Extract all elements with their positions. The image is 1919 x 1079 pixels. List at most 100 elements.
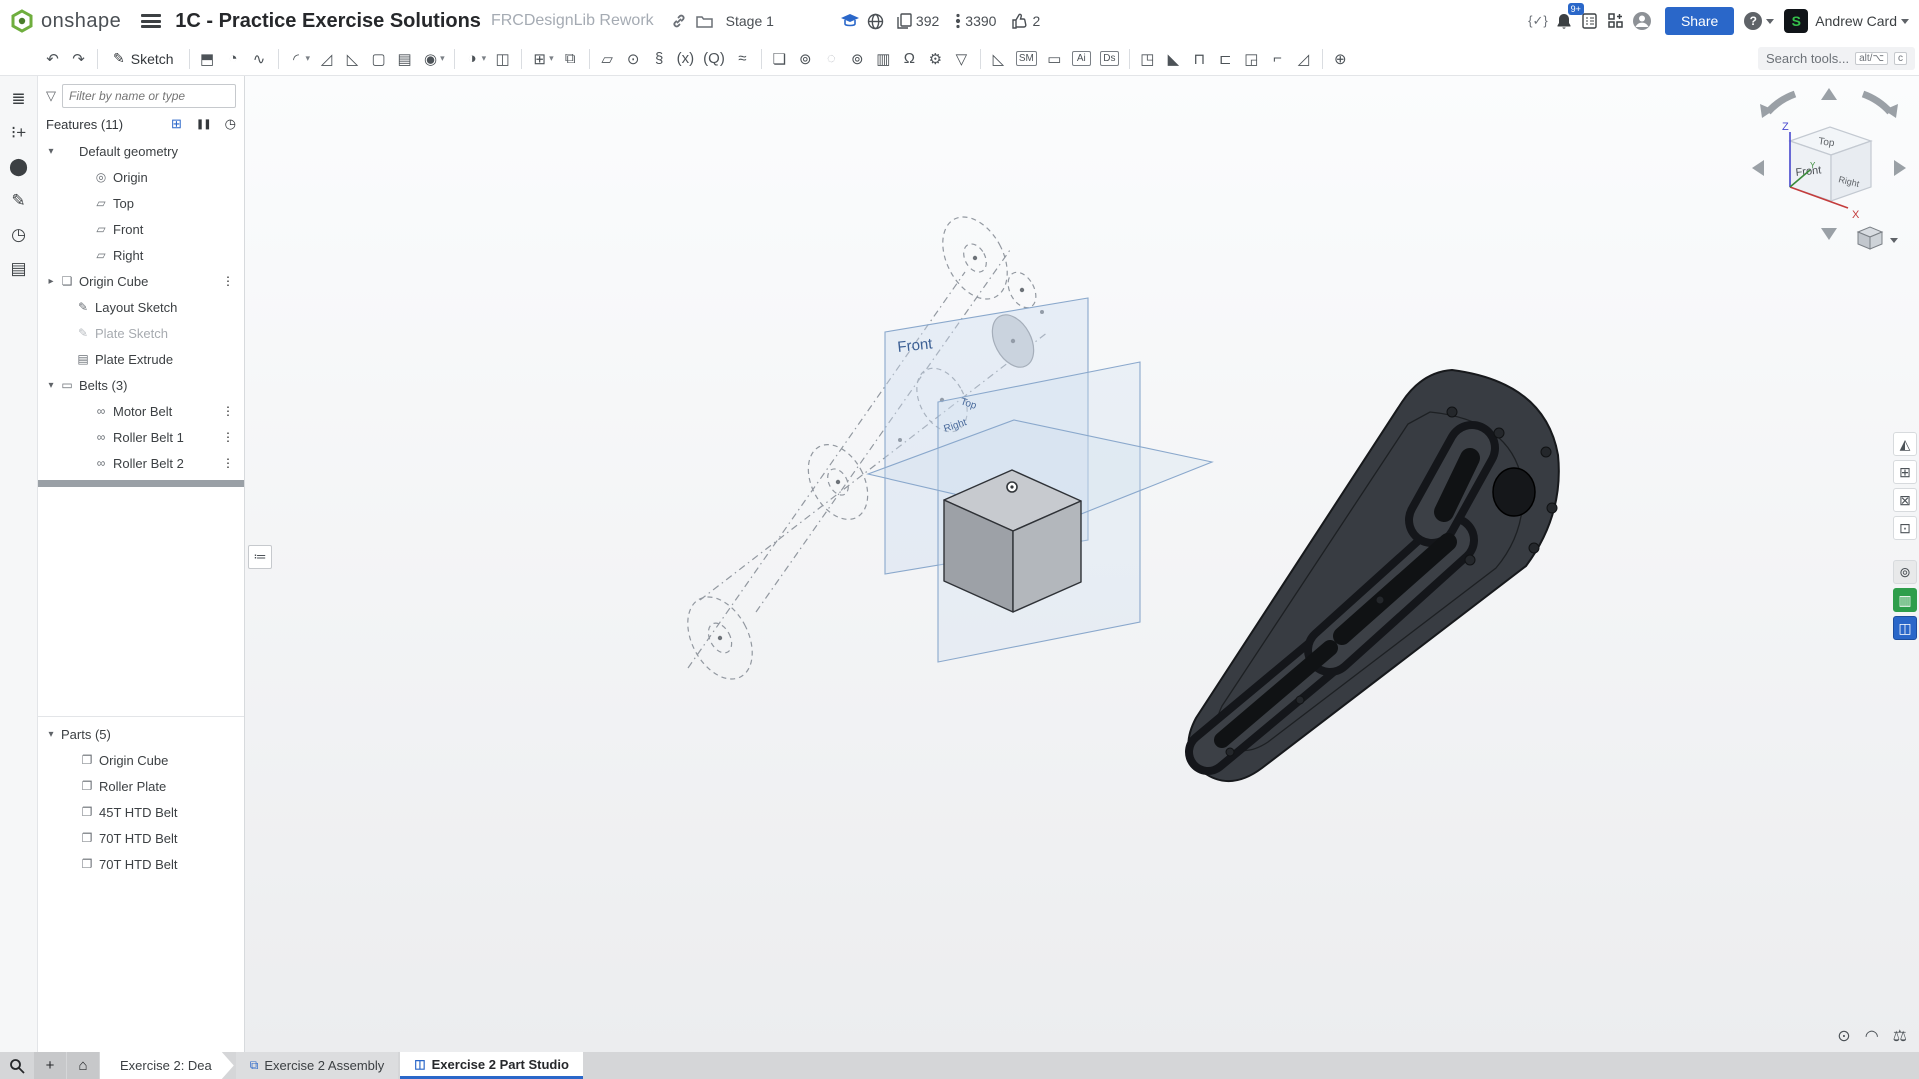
likes-stat[interactable]: 2 (1012, 13, 1040, 29)
notebook-icon[interactable]: ▥ (871, 45, 897, 73)
tree-item-plate-extrude[interactable]: ▤ Plate Extrude (38, 346, 244, 372)
tree-item-origin-cube[interactable]: ▸ ❏ Origin Cube ⋮ (38, 268, 244, 294)
user-menu-caret-icon[interactable] (1901, 19, 1909, 24)
split-icon[interactable]: ◫ (490, 45, 516, 73)
chamfer-icon[interactable]: ◿ (314, 45, 340, 73)
roller-plate-part[interactable] (1188, 370, 1558, 781)
tree-item-motor-belt[interactable]: ∞ Motor Belt ⋮ (38, 398, 244, 424)
feature-list-icon[interactable]: ≣ (4, 82, 34, 116)
panel-app-icon[interactable]: ◫ (1893, 616, 1917, 640)
share-button[interactable]: Share (1665, 7, 1734, 35)
graphics-viewport[interactable]: Front Top Right (245, 76, 1919, 1052)
mass-properties-icon[interactable]: ⚖ (1893, 1026, 1907, 1046)
tree-chevron-icon[interactable]: ▾ (44, 146, 58, 157)
folder-icon[interactable] (692, 8, 718, 34)
spline-icon[interactable]: ≈ (730, 45, 756, 73)
frame-icon[interactable]: ⌐ (1265, 45, 1291, 73)
belt-feature-icon[interactable]: ◳ (1135, 45, 1161, 73)
gusset-icon[interactable]: ◿ (1291, 45, 1317, 73)
variable-search-icon[interactable]: (Q) (699, 45, 730, 73)
design-studio-icon[interactable]: Ds (1096, 45, 1124, 73)
tree-item-default-geometry[interactable]: ▾ Default geometry (38, 138, 244, 164)
tree-chevron-icon[interactable]: ▾ (44, 380, 58, 391)
boolean-icon[interactable]: ◑▾ (460, 45, 491, 73)
new-folder-icon[interactable]: ⊞ (171, 116, 182, 132)
help-icon[interactable]: ? (1744, 12, 1762, 30)
tree-item-roller-belt-2[interactable]: ∞ Roller Belt 2 ⋮ (38, 450, 244, 476)
protractor-icon[interactable]: ◠ (1865, 1026, 1879, 1046)
mirror-icon[interactable]: ⧉ (558, 45, 584, 73)
part-item-origin-cube[interactable]: ❐ Origin Cube (38, 747, 244, 773)
model-scene[interactable]: Front Top Right (245, 76, 1919, 1052)
bom-table-icon[interactable]: ⊞ (1893, 460, 1917, 484)
apps-grid-icon[interactable] (1603, 8, 1629, 34)
part-item-45t-htd-belt[interactable]: ❐ 45T HTD Belt (38, 799, 244, 825)
corner-icon[interactable]: ◲ (1239, 45, 1265, 73)
shell-icon[interactable]: ▢ (366, 45, 392, 73)
revolve-icon[interactable]: ◔ (221, 45, 247, 73)
sweep-icon[interactable]: ∿ (247, 45, 273, 73)
tab-exercise-2-part-studio[interactable]: ◫ Exercise 2 Part Studio (400, 1052, 583, 1079)
home-tab-button[interactable]: ⌂ (67, 1052, 99, 1079)
tree-item-layout-sketch[interactable]: ✎ Layout Sketch (38, 294, 244, 320)
versions-icon[interactable]: ⁝+ (4, 116, 34, 150)
draft-icon[interactable]: ◺ (340, 45, 366, 73)
help-caret-icon[interactable] (1766, 19, 1774, 24)
tab-exercise-2-assembly[interactable]: ⧉ Exercise 2 Assembly (236, 1052, 399, 1079)
tree-item-roller-belt-1[interactable]: ∞ Roller Belt 1 ⋮ (38, 424, 244, 450)
robot-part-insert-icon[interactable]: ⊚ (793, 45, 819, 73)
label-maker-icon[interactable]: ▭ (1042, 45, 1068, 73)
undo-icon[interactable]: ↶ (40, 45, 66, 73)
tree-item-origin[interactable]: ◎ Origin (38, 164, 244, 190)
part-item-70t-htd-belt-1[interactable]: ❐ 70T HTD Belt (38, 825, 244, 851)
onshape-logo[interactable]: onshape (10, 9, 121, 33)
hole-icon[interactable]: ◉▾ (418, 45, 449, 73)
variable-icon[interactable]: (x) (673, 45, 700, 73)
plane-icon[interactable]: ▱ (595, 45, 621, 73)
sheet-metal-triangle-icon[interactable]: ◺ (986, 45, 1012, 73)
configurations-icon[interactable]: ⊠ (1893, 488, 1917, 512)
origin-cube-part[interactable] (944, 470, 1081, 612)
tree-item-belts-folder[interactable]: ▾ ▭ Belts (3) (38, 372, 244, 398)
ai-feature-icon[interactable]: Ai (1068, 45, 1096, 73)
new-tab-button[interactable]: + (34, 1052, 66, 1079)
search-tools-box[interactable]: Search tools... alt/⌥ c (1758, 47, 1915, 70)
sheet-metal-icon[interactable]: SM (1012, 45, 1042, 73)
origin-cube-feature-icon[interactable]: ❏ (767, 45, 793, 73)
point-icon[interactable]: ⊙ (621, 45, 647, 73)
rollback-bar[interactable] (38, 480, 244, 487)
notifications-bell-icon[interactable]: 9+ (1551, 8, 1577, 34)
tree-item-plate-sketch[interactable]: ✎ Plate Sketch (38, 320, 244, 346)
gear-generator-icon[interactable]: ⚙ (923, 45, 949, 73)
main-menu-icon[interactable] (141, 14, 161, 28)
tab-exercise-2-dea[interactable]: Exercise 2: Dea (100, 1052, 234, 1079)
tree-item-right-plane[interactable]: ▱ Right (38, 242, 244, 268)
extrude-icon[interactable]: ⬒ (195, 45, 221, 73)
performance-icon[interactable]: ◷ (4, 218, 34, 252)
tape-measure-icon[interactable]: ⊙ (1837, 1026, 1850, 1046)
view-options-button[interactable] (1858, 227, 1898, 249)
inserts-stat[interactable]: 3390 (955, 13, 996, 29)
tube-cut-icon[interactable]: ⊓ (1187, 45, 1213, 73)
origin-target-icon[interactable]: ⊕ (1328, 45, 1354, 73)
pause-regeneration-icon[interactable]: ❚❚ (196, 119, 211, 130)
part-item-roller-plate[interactable]: ❐ Roller Plate (38, 773, 244, 799)
view-cube-top-label[interactable]: Top (1818, 136, 1836, 149)
tree-display-options-button[interactable]: ≔ (248, 545, 272, 569)
search-tabs-icon[interactable] (0, 1052, 34, 1079)
robot-trace-icon[interactable]: ◌ (819, 45, 845, 73)
parts-header-row[interactable]: ▾ Parts (5) (38, 721, 244, 747)
fillet-icon[interactable]: ◜▾ (284, 45, 315, 73)
part-item-70t-htd-belt-2[interactable]: ❐ 70T HTD Belt (38, 851, 244, 877)
robot-app-icon[interactable]: ⊚ (1893, 560, 1917, 584)
bend-icon[interactable]: ◣ (1161, 45, 1187, 73)
sketch-button[interactable]: ✎ Sketch (103, 45, 184, 73)
robot-config-icon[interactable]: ⊚ (845, 45, 871, 73)
edit-history-icon[interactable]: ✎ (4, 184, 34, 218)
wishbone-icon[interactable]: Ω (897, 45, 923, 73)
redo-icon[interactable]: ↷ (66, 45, 92, 73)
filter-feature-icon[interactable]: ▽ (949, 45, 975, 73)
tree-chevron-icon[interactable]: ▸ (44, 276, 58, 287)
docs-app-icon[interactable]: ▥ (1893, 588, 1917, 612)
appearance-panel-icon[interactable]: ◭ (1893, 432, 1917, 456)
